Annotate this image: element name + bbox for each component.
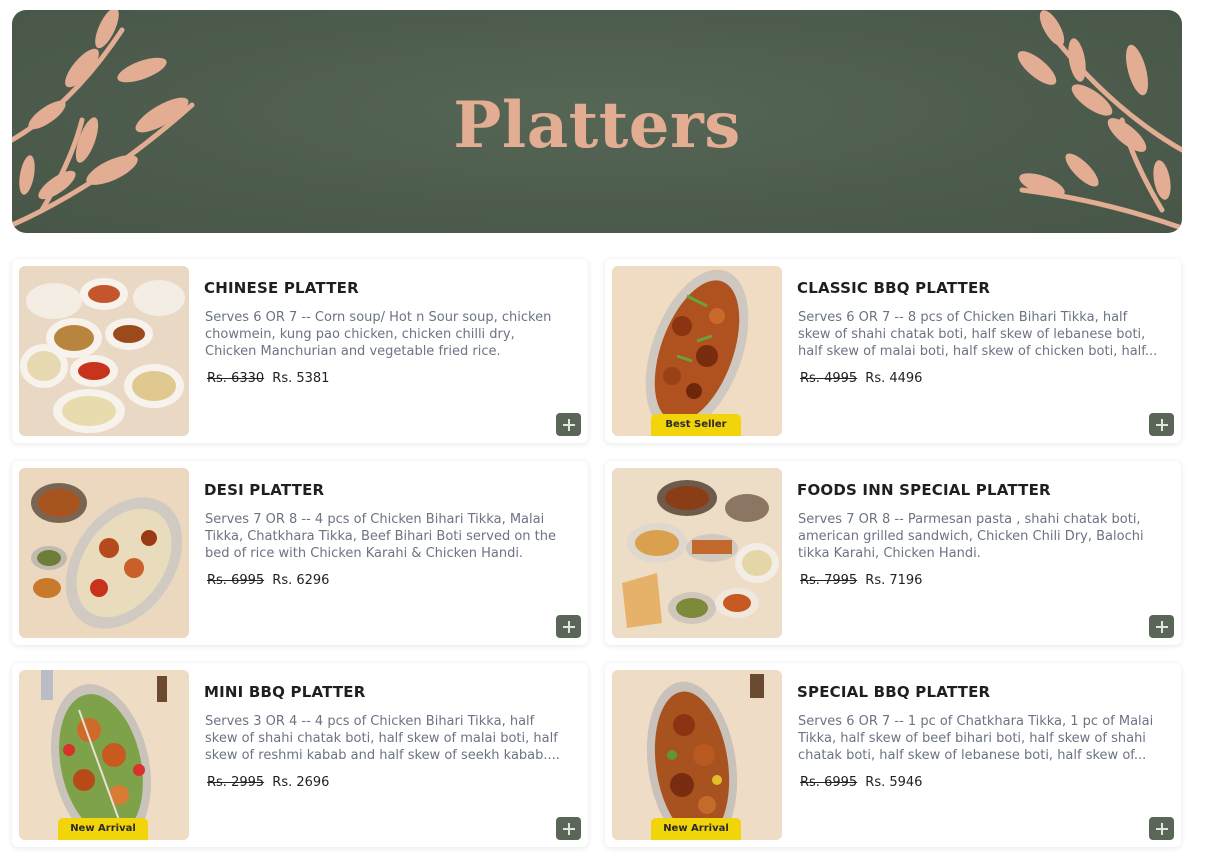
product-badge: Best Seller	[651, 414, 741, 436]
original-price: Rs. 6995	[207, 573, 265, 588]
product-image[interactable]	[19, 468, 189, 638]
product-title[interactable]: CHINESE PLATTER	[204, 279, 359, 297]
product-card[interactable]: New Arrival MINI BBQ PLATTER Serves 3 OR…	[12, 663, 588, 847]
leaf-decoration-right	[1017, 10, 1182, 231]
product-title[interactable]: CLASSIC BBQ PLATTER	[797, 279, 990, 297]
product-title[interactable]: SPECIAL BBQ PLATTER	[797, 683, 990, 701]
product-card[interactable]: FOODS INN SPECIAL PLATTER Serves 7 OR 8 …	[605, 461, 1181, 645]
discounted-price: Rs. 6296	[272, 573, 330, 588]
original-price: Rs. 2995	[207, 775, 265, 790]
discounted-price: Rs. 7196	[865, 573, 923, 588]
price-group: Rs. 7995 Rs. 7196	[800, 573, 922, 588]
product-card[interactable]: DESI PLATTER Serves 7 OR 8 -- 4 pcs of C…	[12, 461, 588, 645]
product-image[interactable]: New Arrival	[19, 670, 189, 840]
product-image[interactable]: New Arrival	[612, 670, 782, 840]
product-description: Serves 6 OR 7 -- 8 pcs of Chicken Bihari…	[798, 310, 1158, 359]
discounted-price: Rs. 5946	[865, 775, 923, 790]
price-group: Rs. 6330 Rs. 5381	[207, 371, 329, 386]
product-card[interactable]: Best Seller CLASSIC BBQ PLATTER Serves 6…	[605, 259, 1181, 443]
product-description: Serves 6 OR 7 -- 1 pc of Chatkhara Tikka…	[798, 714, 1154, 763]
category-banner: Platters	[12, 10, 1182, 233]
product-badge: New Arrival	[651, 818, 741, 840]
discounted-price: Rs. 5381	[272, 371, 330, 386]
original-price: Rs. 7995	[800, 573, 858, 588]
original-price: Rs. 6330	[207, 371, 265, 386]
discounted-price: Rs. 2696	[272, 775, 330, 790]
product-title[interactable]: MINI BBQ PLATTER	[204, 683, 366, 701]
product-image[interactable]: Best Seller	[612, 266, 782, 436]
price-group: Rs. 4995 Rs. 4496	[800, 371, 922, 386]
product-description: Serves 7 OR 8 -- Parmesan pasta , shahi …	[798, 512, 1144, 561]
product-description: Serves 6 OR 7 -- Corn soup/ Hot n Sour s…	[205, 310, 552, 359]
add-to-cart-button[interactable]	[1149, 413, 1174, 436]
price-group: Rs. 6995 Rs. 6296	[207, 573, 329, 588]
price-group: Rs. 6995 Rs. 5946	[800, 775, 922, 790]
price-group: Rs. 2995 Rs. 2696	[207, 775, 329, 790]
add-to-cart-button[interactable]	[556, 413, 581, 436]
product-card[interactable]: CHINESE PLATTER Serves 6 OR 7 -- Corn so…	[12, 259, 588, 443]
product-description: Serves 7 OR 8 -- 4 pcs of Chicken Bihari…	[205, 512, 556, 561]
add-to-cart-button[interactable]	[556, 615, 581, 638]
product-image[interactable]	[612, 468, 782, 638]
product-title[interactable]: DESI PLATTER	[204, 481, 324, 499]
product-badge: New Arrival	[58, 818, 148, 840]
add-to-cart-button[interactable]	[1149, 817, 1174, 840]
product-title[interactable]: FOODS INN SPECIAL PLATTER	[797, 481, 1051, 499]
product-card[interactable]: New Arrival SPECIAL BBQ PLATTER Serves 6…	[605, 663, 1181, 847]
original-price: Rs. 4995	[800, 371, 858, 386]
discounted-price: Rs. 4496	[865, 371, 923, 386]
product-image[interactable]	[19, 266, 189, 436]
add-to-cart-button[interactable]	[556, 817, 581, 840]
add-to-cart-button[interactable]	[1149, 615, 1174, 638]
original-price: Rs. 6995	[800, 775, 858, 790]
product-description: Serves 3 OR 4 -- 4 pcs of Chicken Bihari…	[205, 714, 560, 763]
